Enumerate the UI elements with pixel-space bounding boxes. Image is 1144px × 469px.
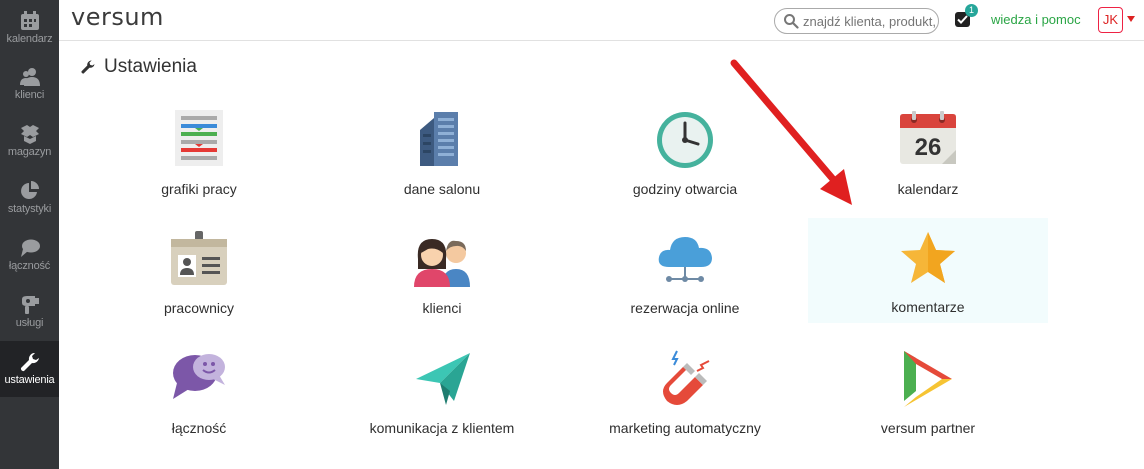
schedule-chart-icon [175, 110, 223, 166]
chat-icon [20, 239, 40, 257]
help-link[interactable]: wiedza i pomoc [991, 12, 1081, 27]
tile-klienci[interactable]: klienci [322, 227, 562, 331]
sidebar-item-lacznosc[interactable]: łączność [0, 227, 59, 283]
tile-versum-partner[interactable]: versum partner [808, 347, 1048, 451]
user-avatar[interactable]: JK [1098, 7, 1123, 33]
tile-label: komunikacja z klientem [369, 420, 515, 436]
clock-icon [657, 112, 713, 168]
hairdryer-icon [21, 296, 39, 314]
search-box[interactable] [774, 8, 939, 34]
sidebar-item-label: ustawienia [4, 374, 55, 386]
users-icon [19, 68, 40, 86]
tile-godziny-otwarcia[interactable]: godziny otwarcia [565, 108, 805, 212]
chat-bubbles-icon [173, 354, 225, 399]
sidebar-item-statystyki[interactable]: statystyki [0, 170, 59, 226]
tile-label: rezerwacja online [630, 300, 740, 316]
tile-pracownicy[interactable]: pracownicy [79, 227, 319, 331]
tile-grafiki-pracy[interactable]: grafiki pracy [79, 108, 319, 212]
sidebar-item-ustawienia[interactable]: ustawienia [0, 341, 59, 397]
pie-chart-icon [20, 181, 39, 199]
sidebar-item-label: klienci [14, 89, 45, 101]
calendar-icon [20, 11, 39, 30]
tile-komunikacja-z-klientem[interactable]: komunikacja z klientem [322, 347, 562, 451]
tile-komentarze[interactable]: komentarze [808, 218, 1048, 323]
page-title-text: Ustawienia [104, 56, 197, 77]
sidebar-item-label: usługi [15, 317, 44, 329]
tile-kalendarz[interactable]: 26 kalendarz [808, 108, 1048, 212]
top-bar: versum 1 wiedza i pomoc JK [59, 0, 1144, 41]
sidebar-item-kalendarz[interactable]: kalendarz [0, 0, 59, 56]
search-icon [784, 14, 799, 29]
tile-rezerwacja-online[interactable]: rezerwacja online [565, 227, 805, 331]
tile-label: kalendarz [897, 181, 959, 197]
tile-label: versum partner [880, 420, 976, 436]
chevron-down-icon[interactable] [1127, 16, 1135, 22]
app-logo[interactable]: versum [71, 3, 164, 31]
sidebar-item-klienci[interactable]: klienci [0, 56, 59, 112]
employee-badge-icon [171, 231, 227, 285]
calendar-date-number: 26 [915, 134, 942, 161]
tile-label: komentarze [891, 299, 965, 315]
sidebar-item-uslugi[interactable]: usługi [0, 284, 59, 340]
search-input[interactable] [803, 9, 938, 33]
sidebar-item-label: łączność [8, 260, 51, 272]
cloud-icon [658, 237, 712, 282]
sidebar-item-label: kalendarz [6, 33, 53, 45]
sidebar-item-magazyn[interactable]: magazyn [0, 113, 59, 169]
wrench-icon [81, 60, 95, 74]
paper-plane-icon [416, 353, 470, 405]
building-icon [420, 112, 458, 166]
tile-label: godziny otwarcia [632, 181, 738, 197]
tile-label: łączność [171, 420, 227, 436]
tile-label: klienci [422, 300, 462, 316]
boxes-icon [20, 125, 39, 144]
sidebar-item-label: magazyn [7, 146, 52, 158]
tile-label: dane salonu [403, 181, 481, 197]
sidebar: kalendarz klienci magazyn statystyki łąc… [0, 0, 59, 469]
tile-label: marketing automatyczny [609, 420, 761, 436]
magnet-icon [663, 350, 710, 405]
wrench-icon [20, 353, 39, 372]
tile-dane-salonu[interactable]: dane salonu [322, 108, 562, 212]
tile-label: grafiki pracy [161, 181, 237, 197]
tile-marketing-automatyczny[interactable]: marketing automatyczny [565, 347, 805, 451]
notification-badge: 1 [965, 4, 978, 17]
tile-label: pracownicy [163, 300, 235, 316]
star-icon [901, 232, 955, 283]
clients-icon [414, 239, 470, 287]
tile-lacznosc[interactable]: łączność [79, 347, 319, 451]
partner-logo-icon [904, 351, 952, 407]
sidebar-item-label: statystyki [7, 203, 52, 215]
calendar-26-icon: 26 [900, 111, 956, 164]
